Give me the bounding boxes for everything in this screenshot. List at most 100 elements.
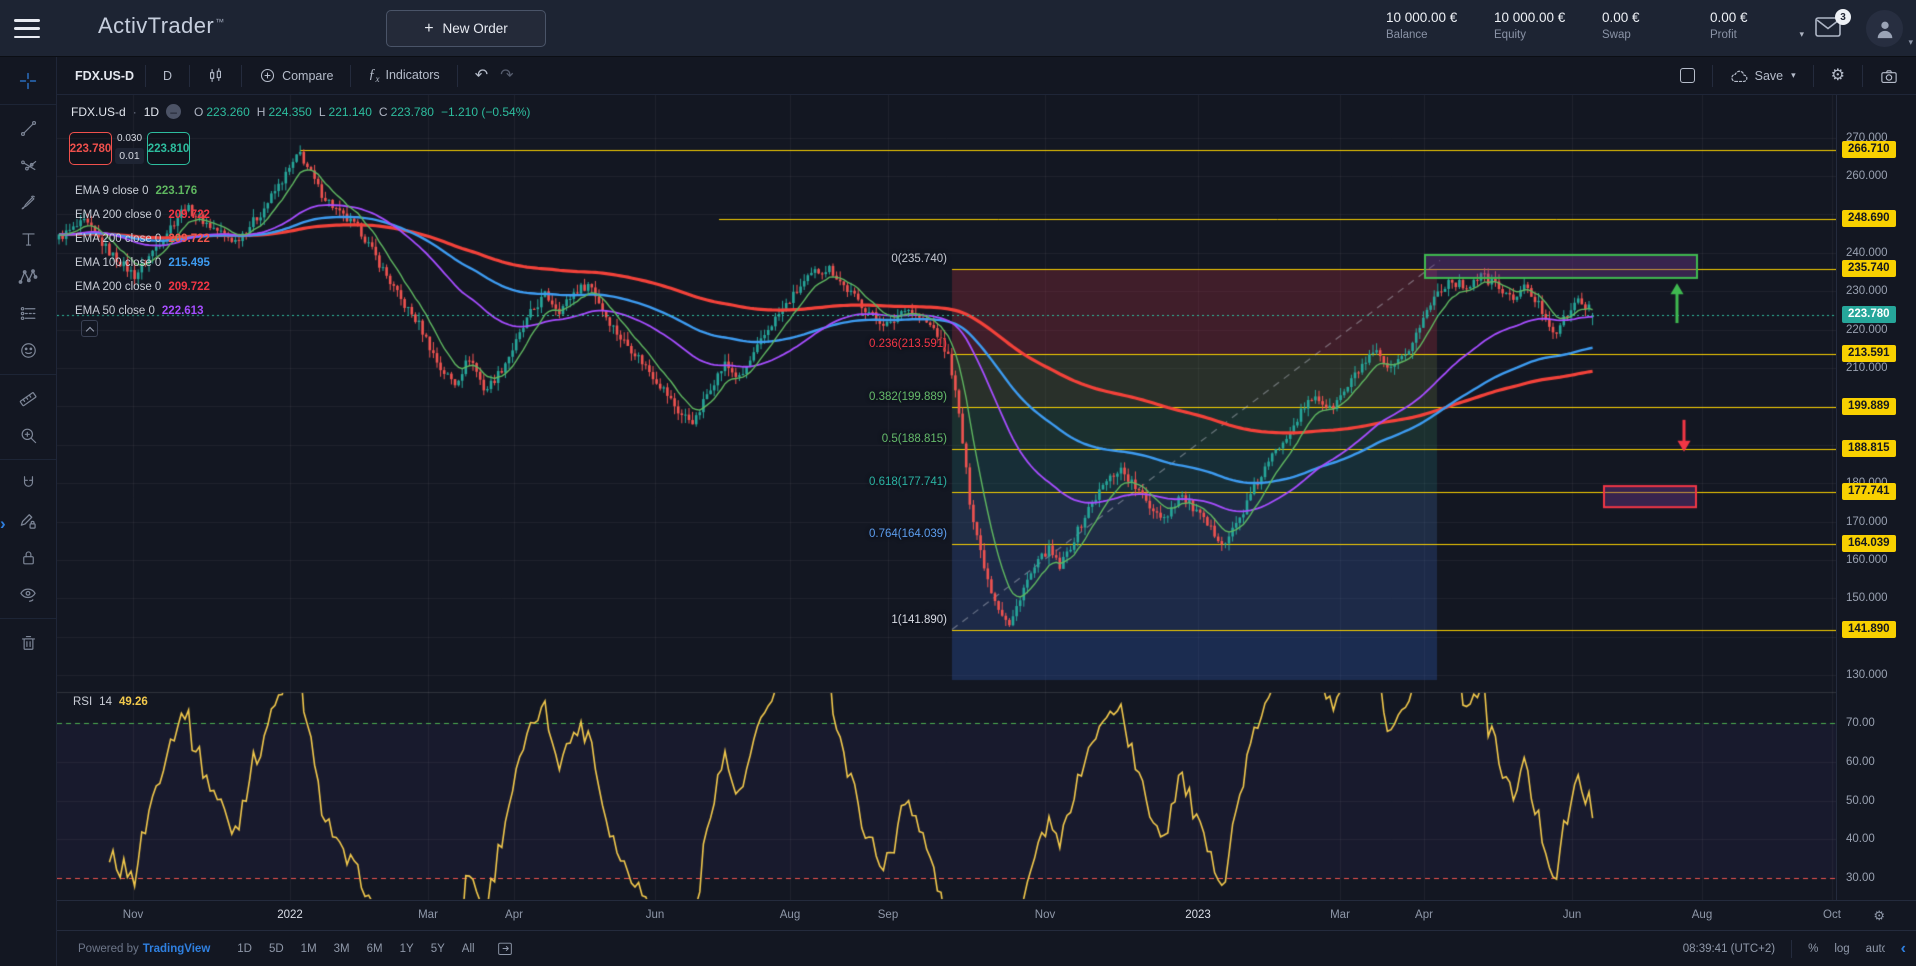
session-clock[interactable]: 08:39:41 (UTC+2) <box>1683 943 1775 955</box>
hide-drawings-icon[interactable] <box>0 576 56 613</box>
avatar[interactable] <box>1866 10 1903 47</box>
spread-value: 0.030 <box>117 133 142 144</box>
time-axis[interactable]: Nov2022MarAprJunAugSepNov2023MarAprJunAu… <box>57 900 1916 930</box>
buy-ask-button[interactable]: 223.810 <box>147 132 190 165</box>
save-label: Save <box>1755 69 1784 83</box>
go-to-date-button[interactable] <box>491 940 519 957</box>
percent-scale-button[interactable]: % <box>1808 943 1818 955</box>
ohlc-key: C <box>379 105 388 119</box>
camera-icon <box>1880 68 1898 84</box>
new-order-button[interactable]: + New Order <box>386 10 546 47</box>
account-value: 10 000.00 € <box>1386 10 1464 25</box>
range-button-3m[interactable]: 3M <box>334 943 350 955</box>
log-scale-button[interactable]: log <box>1834 943 1849 955</box>
app-logo-text: ActivTrader <box>98 13 214 38</box>
rsi-period: 14 <box>99 696 112 708</box>
account-label: Balance <box>1386 29 1464 41</box>
compare-button[interactable]: Compare <box>253 63 339 88</box>
time-axis-label: Aug <box>768 909 812 921</box>
rsi-legend: RSI 14 49.26 <box>73 696 148 708</box>
collapse-panel-chevron[interactable]: ‹ <box>1901 940 1906 958</box>
trash-icon[interactable] <box>0 624 56 661</box>
range-button-6m[interactable]: 6M <box>367 943 383 955</box>
legend-symbol[interactable]: FDX.US-d <box>71 105 126 119</box>
zoom-in-icon[interactable] <box>0 417 56 454</box>
time-axis-label: 2023 <box>1176 909 1220 921</box>
mail-badge: 3 <box>1835 9 1851 25</box>
magnet-icon[interactable] <box>0 465 56 502</box>
lock-icon[interactable] <box>0 539 56 576</box>
layout-button[interactable] <box>1674 64 1701 87</box>
toolbar-group <box>0 459 56 618</box>
level-price-tag: 199.889 <box>1842 398 1896 415</box>
price-chart-canvas[interactable] <box>57 95 1916 900</box>
trend-line-icon[interactable] <box>0 110 56 147</box>
range-button-5y[interactable]: 5Y <box>431 943 445 955</box>
xabcd-pattern-icon[interactable] <box>0 258 56 295</box>
screenshot-button[interactable] <box>1874 64 1904 88</box>
undo-button[interactable]: ↶ <box>469 64 494 88</box>
profit-caret-icon[interactable]: ▾ <box>1799 29 1804 40</box>
brush-icon[interactable] <box>0 184 56 221</box>
ohlc-value: 221.140 <box>329 105 372 119</box>
price-axis[interactable]: 270.000260.000240.000230.000220.000210.0… <box>1836 95 1916 900</box>
settings-button[interactable]: ⚙ <box>1825 64 1851 88</box>
chart-style-button[interactable] <box>201 63 230 88</box>
range-button-1d[interactable]: 1D <box>237 943 252 955</box>
time-axis-settings-icon[interactable]: ⚙ <box>1867 907 1891 925</box>
workspace: › FDX.US-D D Compare ƒx Indicators ↶ ↷ <box>0 57 1916 966</box>
indicator-value: 209.722 <box>168 281 210 293</box>
range-switcher: 1D 5D 1M 3M 6M 1Y 5Y All <box>237 943 474 955</box>
sell-bid-button[interactable]: 223.780 <box>69 132 112 165</box>
auto-scale-button[interactable]: auto <box>1866 943 1885 955</box>
emoji-icon[interactable] <box>0 332 56 369</box>
separator <box>1813 65 1814 87</box>
ohlc-key: L <box>319 105 326 119</box>
redo-button[interactable]: ↷ <box>494 64 519 88</box>
legend-collapse-icon[interactable]: – <box>166 104 181 119</box>
quote-widget: 223.780 0.030 0.01 223.810 <box>69 132 190 165</box>
indicator-legend-row[interactable]: EMA 100 close 0215.495 <box>75 251 210 275</box>
crosshair-icon[interactable] <box>0 62 56 99</box>
chart-toolbar-right: Save ▾ ⚙ <box>1674 64 1904 88</box>
fib-level-label: 0.764(164.039) <box>869 528 947 540</box>
range-button-1y[interactable]: 1Y <box>400 943 414 955</box>
indicator-legend-row[interactable]: EMA 200 close 0209.722 <box>75 203 210 227</box>
symbol-button[interactable]: FDX.US-D <box>75 69 134 83</box>
range-button-all[interactable]: All <box>462 943 475 955</box>
price-tick: 210.000 <box>1846 362 1888 374</box>
rsi-name[interactable]: RSI <box>73 696 92 708</box>
avatar-caret-icon[interactable]: ▾ <box>1908 37 1913 48</box>
indicator-legend-row[interactable]: EMA 50 close 0222.613 <box>75 299 210 323</box>
fib-level-label: 1(141.890) <box>891 614 947 626</box>
level-price-tag: 164.039 <box>1842 535 1896 552</box>
range-button-1m[interactable]: 1M <box>301 943 317 955</box>
forecast-icon[interactable] <box>0 295 56 332</box>
level-price-tag: 235.740 <box>1842 260 1896 277</box>
save-button[interactable]: Save ▾ <box>1724 64 1802 87</box>
rsi-tick: 50.00 <box>1846 795 1875 807</box>
interval-button[interactable]: D <box>157 65 178 87</box>
expand-drawer-chevron[interactable]: › <box>0 515 6 532</box>
rsi-value: 49.26 <box>119 696 148 708</box>
menu-icon[interactable] <box>14 19 40 38</box>
legend-interval[interactable]: 1D <box>144 105 159 119</box>
ruler-icon[interactable] <box>0 380 56 417</box>
indicator-legend-row[interactable]: EMA 200 close 0209.722 <box>75 227 210 251</box>
level-price-tag: 188.815 <box>1842 440 1896 457</box>
mail-button[interactable]: 3 <box>1814 17 1842 39</box>
drawing-lock-icon[interactable] <box>0 502 56 539</box>
chart-toolbar: FDX.US-D D Compare ƒx Indicators ↶ ↷ <box>57 57 1916 95</box>
time-axis-label: Apr <box>492 909 536 921</box>
indicator-legend-row[interactable]: EMA 9 close 0223.176 <box>75 179 210 203</box>
redo-icon: ↷ <box>500 68 513 84</box>
tradingview-link[interactable]: TradingView <box>143 943 211 955</box>
indicator-legend-row[interactable]: EMA 200 close 0209.722 <box>75 275 210 299</box>
fibonacci-icon[interactable] <box>0 147 56 184</box>
level-price-tag: 266.710 <box>1842 141 1896 158</box>
level-price-tag: 177.741 <box>1842 483 1896 500</box>
indicators-button[interactable]: ƒx Indicators <box>362 63 445 88</box>
range-button-5d[interactable]: 5D <box>269 943 284 955</box>
text-icon[interactable] <box>0 221 56 258</box>
indicator-title: EMA 9 close 0 <box>75 185 149 197</box>
